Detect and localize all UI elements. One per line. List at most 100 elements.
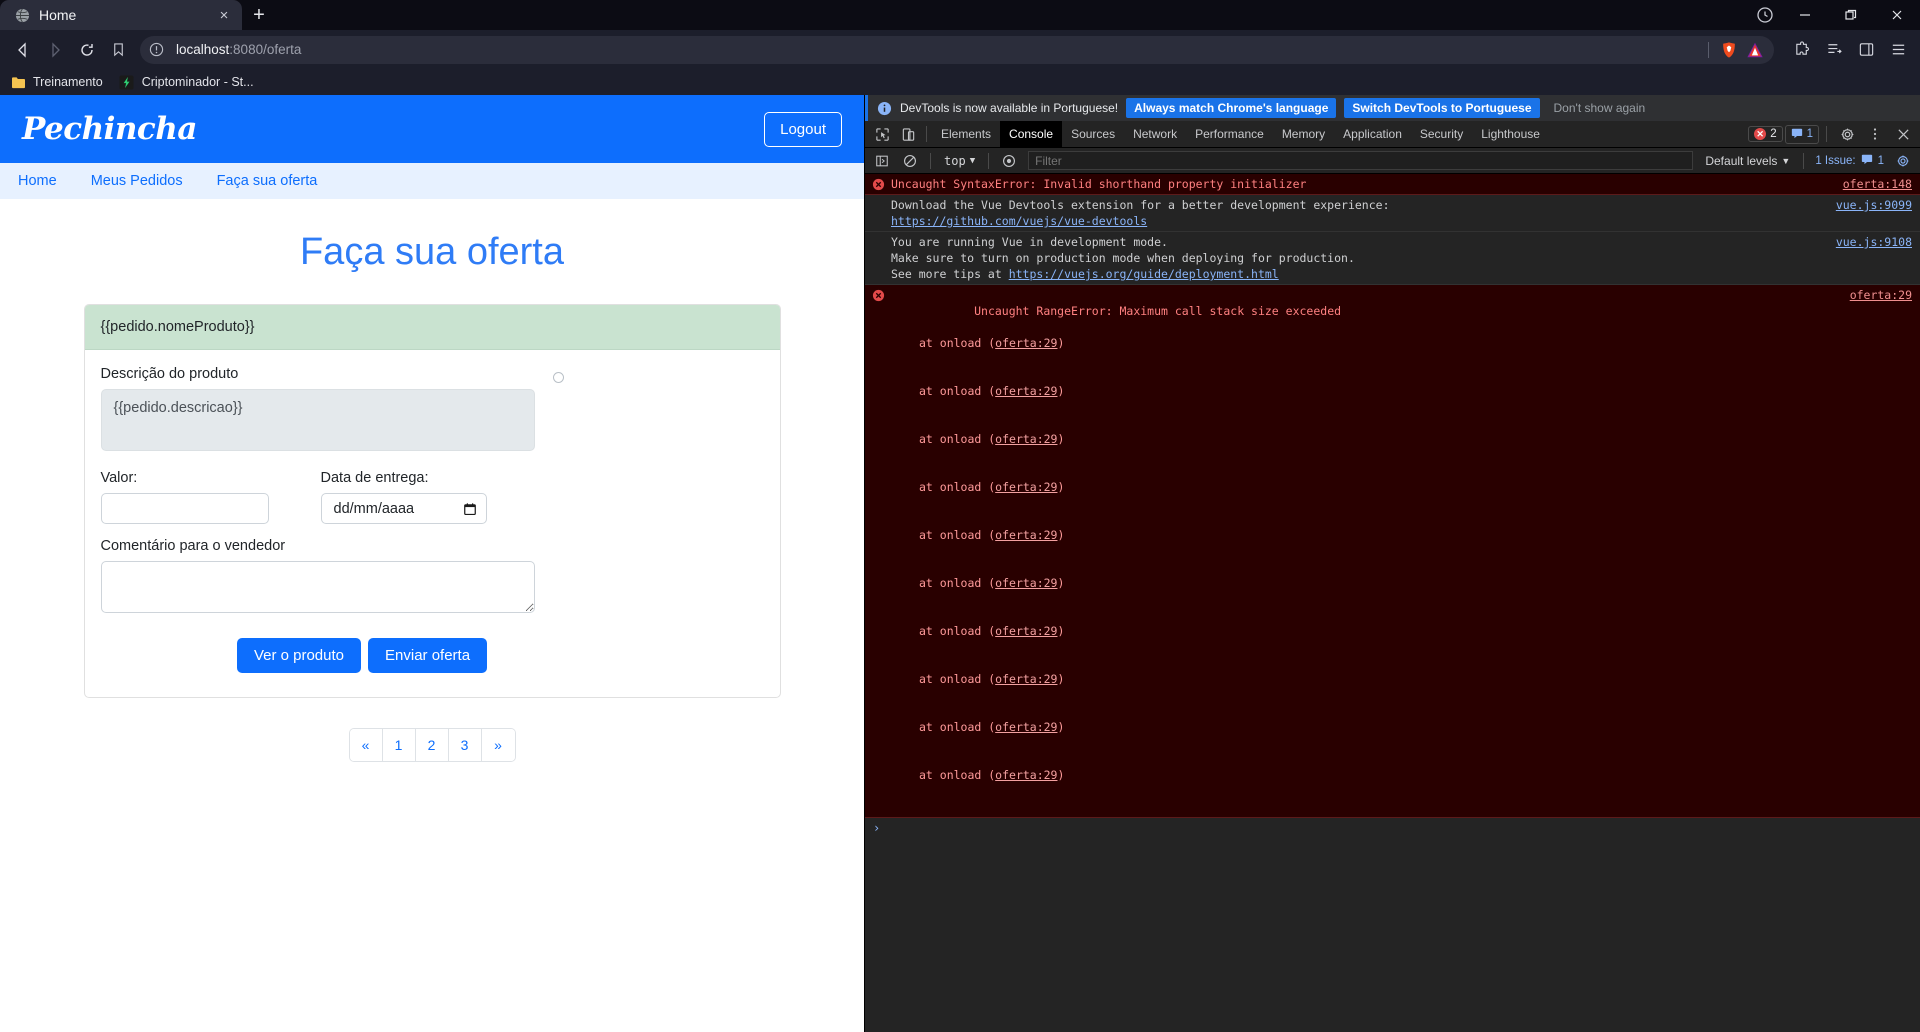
- tab-network[interactable]: Network: [1124, 121, 1186, 148]
- nav-item-home[interactable]: Home: [18, 173, 57, 189]
- bookmark-label: Criptominador - St...: [141, 75, 254, 89]
- console-prompt[interactable]: ›: [865, 818, 1920, 838]
- forward-icon[interactable]: [40, 35, 70, 65]
- bookmark-page-icon[interactable]: [104, 36, 132, 64]
- stack-frame-link[interactable]: oferta:29: [995, 480, 1057, 494]
- hamburger-menu-icon[interactable]: [1884, 36, 1912, 64]
- back-icon[interactable]: [8, 35, 38, 65]
- minimize-icon[interactable]: [1782, 0, 1828, 30]
- pagination-page-2[interactable]: 2: [415, 729, 449, 761]
- logout-button[interactable]: Logout: [764, 111, 842, 147]
- tab-sources[interactable]: Sources: [1062, 121, 1124, 148]
- pagination-next[interactable]: »: [481, 729, 515, 761]
- console-message-error[interactable]: Uncaught SyntaxError: Invalid shorthand …: [865, 174, 1920, 195]
- console-input[interactable]: [886, 821, 1912, 835]
- inspect-element-icon[interactable]: [869, 122, 895, 146]
- tab-performance[interactable]: Performance: [1186, 121, 1273, 148]
- brave-rewards-icon[interactable]: [1748, 0, 1782, 30]
- stack-frame-link[interactable]: oferta:29: [995, 576, 1057, 590]
- pagination-prev[interactable]: «: [349, 729, 383, 761]
- calendar-icon[interactable]: [462, 501, 478, 517]
- execution-context-select[interactable]: top ▼: [938, 154, 981, 168]
- error-count-badge[interactable]: ✕ 2: [1748, 126, 1783, 142]
- tab-console[interactable]: Console: [1000, 120, 1063, 148]
- console-sidebar-toggle-icon[interactable]: [869, 149, 895, 173]
- close-window-icon[interactable]: [1874, 0, 1920, 30]
- stack-frame-link[interactable]: oferta:29: [995, 432, 1057, 446]
- issues-chip[interactable]: 1 Issue: 1: [1811, 153, 1888, 168]
- sidebar-icon[interactable]: [1852, 36, 1880, 64]
- stack-frame-fn: at onload (: [919, 768, 996, 782]
- brave-shields-icon[interactable]: [1718, 39, 1740, 61]
- console-message-source[interactable]: oferta:148: [1843, 176, 1912, 192]
- bookmark-item[interactable]: Treinamento: [10, 74, 103, 90]
- tab-elements[interactable]: Elements: [932, 121, 1000, 148]
- stack-frame-link[interactable]: oferta:29: [995, 336, 1057, 350]
- live-expression-eye-icon[interactable]: [996, 149, 1022, 173]
- console-filter-input[interactable]: [1028, 151, 1694, 170]
- valor-data-row: Valor: Data de entrega: dd/mm/aaaa: [100, 470, 764, 524]
- switch-to-portuguese-button[interactable]: Switch DevTools to Portuguese: [1344, 98, 1540, 118]
- console-message-error[interactable]: Uncaught RangeError: Maximum call stack …: [865, 285, 1920, 818]
- tab-security[interactable]: Security: [1411, 121, 1472, 148]
- device-toolbar-icon[interactable]: [895, 122, 921, 146]
- tab-memory[interactable]: Memory: [1273, 121, 1334, 148]
- nav-item-faca-sua-oferta[interactable]: Faça sua oferta: [217, 173, 318, 189]
- console-message-source[interactable]: vue.js:9108: [1836, 234, 1912, 250]
- reading-list-icon[interactable]: [1820, 36, 1848, 64]
- console-message-source[interactable]: vue.js:9099: [1836, 197, 1912, 213]
- extensions-icon[interactable]: [1788, 36, 1816, 64]
- gear-icon[interactable]: [1834, 122, 1860, 146]
- stack-frame-link[interactable]: oferta:29: [995, 528, 1057, 542]
- nav-item-meus-pedidos[interactable]: Meus Pedidos: [91, 173, 183, 189]
- address-bar[interactable]: localhost:8080/oferta: [140, 35, 1774, 64]
- ver-produto-button[interactable]: Ver o produto: [236, 638, 362, 673]
- more-options-icon[interactable]: [1862, 122, 1888, 146]
- dont-show-again-button[interactable]: Don't show again: [1548, 98, 1652, 118]
- enviar-oferta-button[interactable]: Enviar oferta: [368, 638, 488, 673]
- console-message-link[interactable]: https://github.com/vuejs/vue-devtools: [891, 214, 1147, 228]
- tab-application[interactable]: Application: [1334, 121, 1411, 148]
- always-match-language-button[interactable]: Always match Chrome's language: [1126, 98, 1337, 118]
- not-secure-icon[interactable]: [146, 40, 166, 60]
- context-label: top: [944, 153, 966, 168]
- delta-extension-icon[interactable]: [1744, 39, 1766, 61]
- stack-frame-link[interactable]: oferta:29: [995, 672, 1057, 686]
- comentario-textarea[interactable]: [100, 561, 535, 613]
- console-output[interactable]: Uncaught SyntaxError: Invalid shorthand …: [865, 174, 1920, 1032]
- stack-frame-close: ): [1057, 480, 1065, 494]
- navigation-toolbar: localhost:8080/oferta: [0, 30, 1920, 69]
- data-entrega-input[interactable]: dd/mm/aaaa: [320, 493, 487, 524]
- chevron-down-icon: ▼: [1781, 155, 1791, 166]
- stack-frame-link[interactable]: oferta:29: [995, 768, 1057, 782]
- log-levels-select[interactable]: Default levels ▼: [1699, 154, 1796, 168]
- pagination-page-1[interactable]: 1: [382, 729, 416, 761]
- browser-tab[interactable]: Home ×: [0, 0, 242, 30]
- radio-button[interactable]: [552, 372, 564, 383]
- message-icon: [1791, 127, 1803, 142]
- message-count: 1: [1806, 128, 1813, 140]
- description-textarea: {{pedido.descricao}}: [100, 389, 535, 451]
- pagination-page-3[interactable]: 3: [448, 729, 482, 761]
- close-devtools-icon[interactable]: [1890, 122, 1916, 146]
- console-settings-gear-icon[interactable]: [1890, 149, 1916, 173]
- bookmark-item[interactable]: Criptominador - St...: [119, 74, 254, 90]
- new-tab-button[interactable]: +: [242, 0, 276, 30]
- clear-console-icon[interactable]: [897, 149, 923, 173]
- stack-frame: at onload (oferta:29): [891, 479, 1834, 495]
- console-message-source[interactable]: oferta:29: [1850, 287, 1912, 303]
- console-message-info[interactable]: Download the Vue Devtools extension for …: [865, 195, 1920, 232]
- console-message-info[interactable]: You are running Vue in development mode.…: [865, 232, 1920, 285]
- message-count-badge[interactable]: 1: [1784, 124, 1819, 144]
- stack-frame-link[interactable]: oferta:29: [995, 384, 1057, 398]
- maximize-icon[interactable]: [1828, 0, 1874, 30]
- brand-logo[interactable]: Pechincha: [22, 111, 197, 147]
- console-message-link[interactable]: https://vuejs.org/guide/deployment.html: [1009, 267, 1279, 281]
- stack-frame-link[interactable]: oferta:29: [995, 624, 1057, 638]
- reload-icon[interactable]: [72, 35, 102, 65]
- valor-input[interactable]: [100, 493, 269, 524]
- tab-lighthouse[interactable]: Lighthouse: [1472, 121, 1549, 148]
- stack-frame-link[interactable]: oferta:29: [995, 720, 1057, 734]
- close-icon[interactable]: ×: [214, 5, 234, 25]
